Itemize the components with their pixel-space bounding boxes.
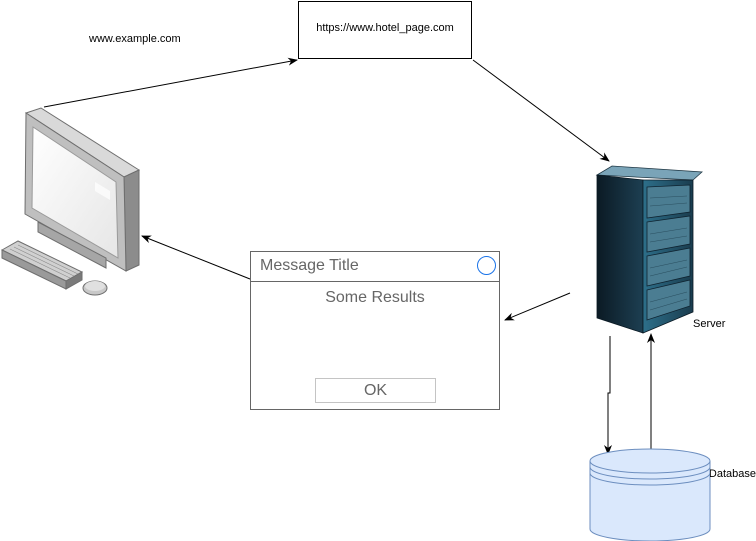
client-url-label: www.example.com [89, 33, 181, 45]
arrow-computer-to-url [43, 57, 298, 108]
arrow-server-to-database [604, 336, 612, 455]
url-box-text: https://www.hotel_page.com [316, 22, 454, 34]
arrow-url-to-server [472, 59, 610, 162]
server-label: Server [693, 318, 726, 330]
arrow-server-to-message [504, 292, 571, 321]
message-body: Some Results [325, 289, 425, 306]
database-cylinder-icon [589, 448, 711, 541]
desktop-computer-icon [0, 107, 141, 296]
server-rack-icon [595, 165, 703, 334]
arrow-message-to-computer [141, 235, 251, 280]
message-titlebar: Message Title [251, 252, 499, 282]
url-box: https://www.hotel_page.com [298, 1, 472, 59]
message-window: Message Title Some Results OK [250, 251, 500, 410]
ok-button[interactable]: OK [315, 378, 436, 403]
database-label: Database [710, 468, 756, 480]
message-title: Message Title [260, 257, 359, 274]
database-label-clip: Database [710, 468, 756, 484]
circle-close-icon[interactable] [477, 256, 496, 275]
